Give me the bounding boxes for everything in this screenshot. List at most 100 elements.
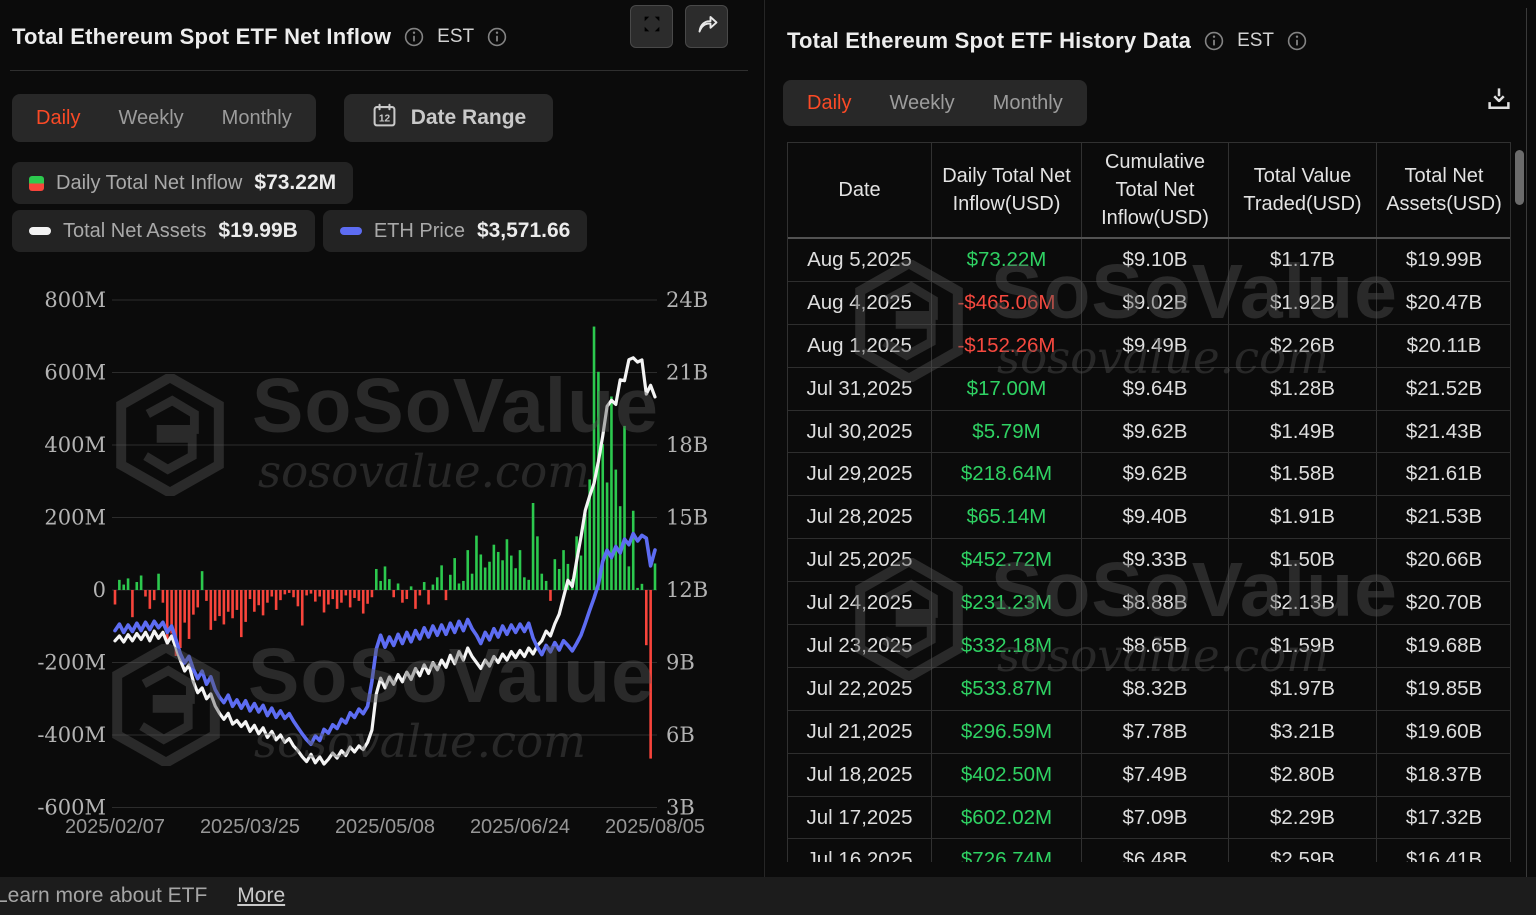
legend-total-net-assets[interactable]: Total Net Assets $19.99B <box>12 210 315 252</box>
table-cell: $18.37B <box>1376 754 1511 796</box>
table-row[interactable]: Jul 22,2025$533.87M$8.32B$1.97B$19.85B <box>788 668 1510 711</box>
history-table: DateDaily Total Net Inflow(USD)Cumulativ… <box>787 142 1511 862</box>
table-row[interactable]: Jul 31,2025$17.00M$9.64B$1.28B$21.52B <box>788 368 1510 411</box>
table-cell: $9.49B <box>1081 325 1228 367</box>
table-row[interactable]: Jul 24,2025$231.23M$8.88B$2.13B$20.70B <box>788 582 1510 625</box>
legend-eth-price[interactable]: ETH Price $3,571.66 <box>323 210 588 252</box>
fullscreen-button[interactable] <box>630 5 673 48</box>
table-cell: $19.85B <box>1376 668 1511 710</box>
download-button[interactable] <box>1484 84 1514 117</box>
footer-more-link[interactable]: More <box>237 884 285 908</box>
table-cell: $1.97B <box>1228 668 1376 710</box>
table-cell: Jul 25,2025 <box>788 539 931 581</box>
table-cell: $1.17B <box>1228 239 1376 281</box>
table-cell: $2.26B <box>1228 325 1376 367</box>
header-divider <box>10 70 748 71</box>
table-cell: Jul 17,2025 <box>788 797 931 839</box>
table-cell: $16.41B <box>1376 839 1511 862</box>
column-header: Daily Total Net Inflow(USD) <box>931 143 1081 237</box>
table-cell: $726.74M <box>931 839 1081 862</box>
table-row[interactable]: Aug 1,2025-$152.26M$9.49B$2.26B$20.11B <box>788 325 1510 368</box>
table-cell: $9.40B <box>1081 496 1228 538</box>
svg-text:12: 12 <box>379 113 391 124</box>
table-cell: $17.00M <box>931 368 1081 410</box>
footer-bar: Learn more about ETF More <box>0 877 1536 915</box>
table-row[interactable]: Jul 17,2025$602.02M$7.09B$2.29B$17.32B <box>788 797 1510 840</box>
table-cell: Jul 23,2025 <box>788 625 931 667</box>
svg-text:24B: 24B <box>666 288 708 312</box>
table-cell: $231.23M <box>931 582 1081 624</box>
table-row[interactable]: Jul 25,2025$452.72M$9.33B$1.50B$20.66B <box>788 539 1510 582</box>
tab-weekly[interactable]: Weekly <box>118 107 183 130</box>
table-cell: Jul 16,2025 <box>788 839 931 862</box>
table-cell: $1.49B <box>1228 411 1376 453</box>
tab-monthly[interactable]: Monthly <box>993 92 1063 115</box>
tab-daily[interactable]: Daily <box>807 92 851 115</box>
net-assets-legend-icon <box>29 227 51 235</box>
date-range-button[interactable]: 12 Date Range <box>344 94 554 142</box>
table-cell: $2.13B <box>1228 582 1376 624</box>
table-cell: $1.50B <box>1228 539 1376 581</box>
legend-label: Daily Total Net Inflow <box>56 172 242 195</box>
timezone-label: EST <box>437 26 474 48</box>
info-icon[interactable] <box>1287 31 1307 51</box>
tab-monthly[interactable]: Monthly <box>222 107 292 130</box>
svg-text:9B: 9B <box>666 651 695 675</box>
info-icon[interactable] <box>404 27 424 47</box>
tab-daily[interactable]: Daily <box>36 107 80 130</box>
table-cell: $1.28B <box>1228 368 1376 410</box>
svg-text:2025/03/25: 2025/03/25 <box>200 816 300 838</box>
table-cell: $218.64M <box>931 453 1081 495</box>
table-row[interactable]: Jul 16,2025$726.74M$6.48B$2.59B$16.41B <box>788 839 1510 862</box>
table-cell: $8.65B <box>1081 625 1228 667</box>
table-cell: $8.32B <box>1081 668 1228 710</box>
table-row[interactable]: Aug 5,2025$73.22M$9.10B$1.17B$19.99B <box>788 239 1510 282</box>
table-row[interactable]: Jul 30,2025$5.79M$9.62B$1.49B$21.43B <box>788 411 1510 454</box>
legend-daily-net-inflow[interactable]: Daily Total Net Inflow $73.22M <box>12 162 353 204</box>
net-inflow-chart[interactable]: 800M600M400M200M0-200M-400M-600M24B21B18… <box>0 270 762 850</box>
info-icon[interactable] <box>487 27 507 47</box>
table-row[interactable]: Aug 4,2025-$465.06M$9.02B$1.92B$20.47B <box>788 282 1510 325</box>
table-cell: $21.52B <box>1376 368 1511 410</box>
table-row[interactable]: Jul 18,2025$402.50M$7.49B$2.80B$18.37B <box>788 754 1510 797</box>
tab-weekly[interactable]: Weekly <box>889 92 954 115</box>
legend-label: ETH Price <box>374 220 465 243</box>
download-icon <box>1484 102 1514 117</box>
calendar-icon: 12 <box>371 102 398 135</box>
table-cell: -$465.06M <box>931 282 1081 324</box>
table-cell: Aug 5,2025 <box>788 239 931 281</box>
svg-text:12B: 12B <box>666 578 708 602</box>
table-cell: $3.21B <box>1228 711 1376 753</box>
table-cell: Jul 18,2025 <box>788 754 931 796</box>
table-cell: Aug 1,2025 <box>788 325 931 367</box>
table-cell: $20.66B <box>1376 539 1511 581</box>
info-icon[interactable] <box>1204 31 1224 51</box>
table-cell: $20.11B <box>1376 325 1511 367</box>
svg-text:800M: 800M <box>44 288 106 312</box>
table-cell: $2.80B <box>1228 754 1376 796</box>
table-cell: $1.59B <box>1228 625 1376 667</box>
table-row[interactable]: Jul 21,2025$296.59M$7.78B$3.21B$19.60B <box>788 711 1510 754</box>
table-row[interactable]: Jul 28,2025$65.14M$9.40B$1.91B$21.53B <box>788 496 1510 539</box>
table-row[interactable]: Jul 23,2025$332.18M$8.65B$1.59B$19.68B <box>788 625 1510 668</box>
table-cell: $533.87M <box>931 668 1081 710</box>
table-cell: $5.79M <box>931 411 1081 453</box>
table-header-row: DateDaily Total Net Inflow(USD)Cumulativ… <box>788 143 1510 239</box>
legend-label: Total Net Assets <box>63 220 206 243</box>
table-scrollbar-thumb[interactable] <box>1515 150 1524 205</box>
svg-text:-200M: -200M <box>37 651 106 675</box>
table-row[interactable]: Jul 29,2025$218.64M$9.62B$1.58B$21.61B <box>788 453 1510 496</box>
column-header: Date <box>788 143 931 237</box>
table-cell: $20.47B <box>1376 282 1511 324</box>
share-button[interactable] <box>685 5 728 48</box>
legend-value: $73.22M <box>254 171 336 195</box>
table-cell: $9.64B <box>1081 368 1228 410</box>
svg-text:15B: 15B <box>666 506 708 530</box>
table-cell: $73.22M <box>931 239 1081 281</box>
history-data-panel: Total Ethereum Spot ETF History Data EST… <box>764 0 1536 877</box>
table-cell: $9.33B <box>1081 539 1228 581</box>
page-scrollbar-rail[interactable] <box>1526 8 1527 886</box>
column-header: Total Net Assets(USD) <box>1376 143 1511 237</box>
history-header: Total Ethereum Spot ETF History Data EST <box>787 18 1524 64</box>
table-cell: Jul 30,2025 <box>788 411 931 453</box>
